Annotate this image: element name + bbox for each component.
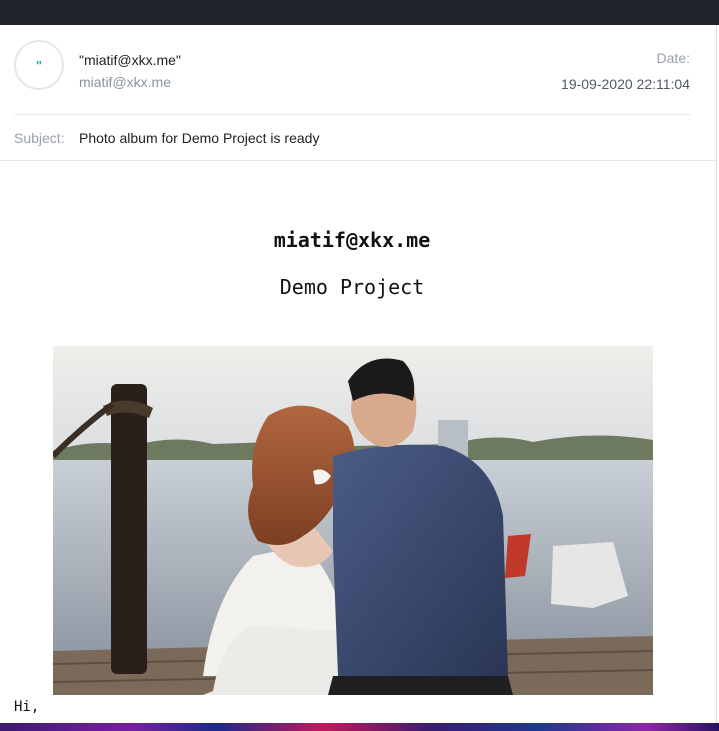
mail-title: miatif@xkx.me: [273, 228, 431, 252]
sender-name: "miatif@xkx.me": [79, 52, 181, 68]
header-divider: [14, 114, 691, 115]
photo-illustration: [53, 346, 653, 695]
sender-email[interactable]: miatif@xkx.me: [79, 74, 171, 90]
avatar-glyph: ": [35, 57, 43, 73]
email-viewer: " "miatif@xkx.me" miatif@xkx.me Date: 19…: [0, 25, 717, 723]
background-strip: [0, 723, 719, 731]
sender-avatar: ": [14, 40, 64, 90]
top-bar: [0, 0, 719, 25]
subject-value: Photo album for Demo Project is ready: [79, 130, 320, 146]
greeting-text: Hi,: [14, 699, 40, 715]
mail-subtitle: Demo Project: [279, 275, 425, 299]
date-label: Date:: [656, 50, 690, 66]
body-divider: [0, 160, 716, 161]
subject-label: Subject:: [14, 130, 65, 146]
date-value: 19-09-2020 22:11:04: [561, 76, 690, 92]
album-cover-photo[interactable]: [53, 346, 653, 695]
